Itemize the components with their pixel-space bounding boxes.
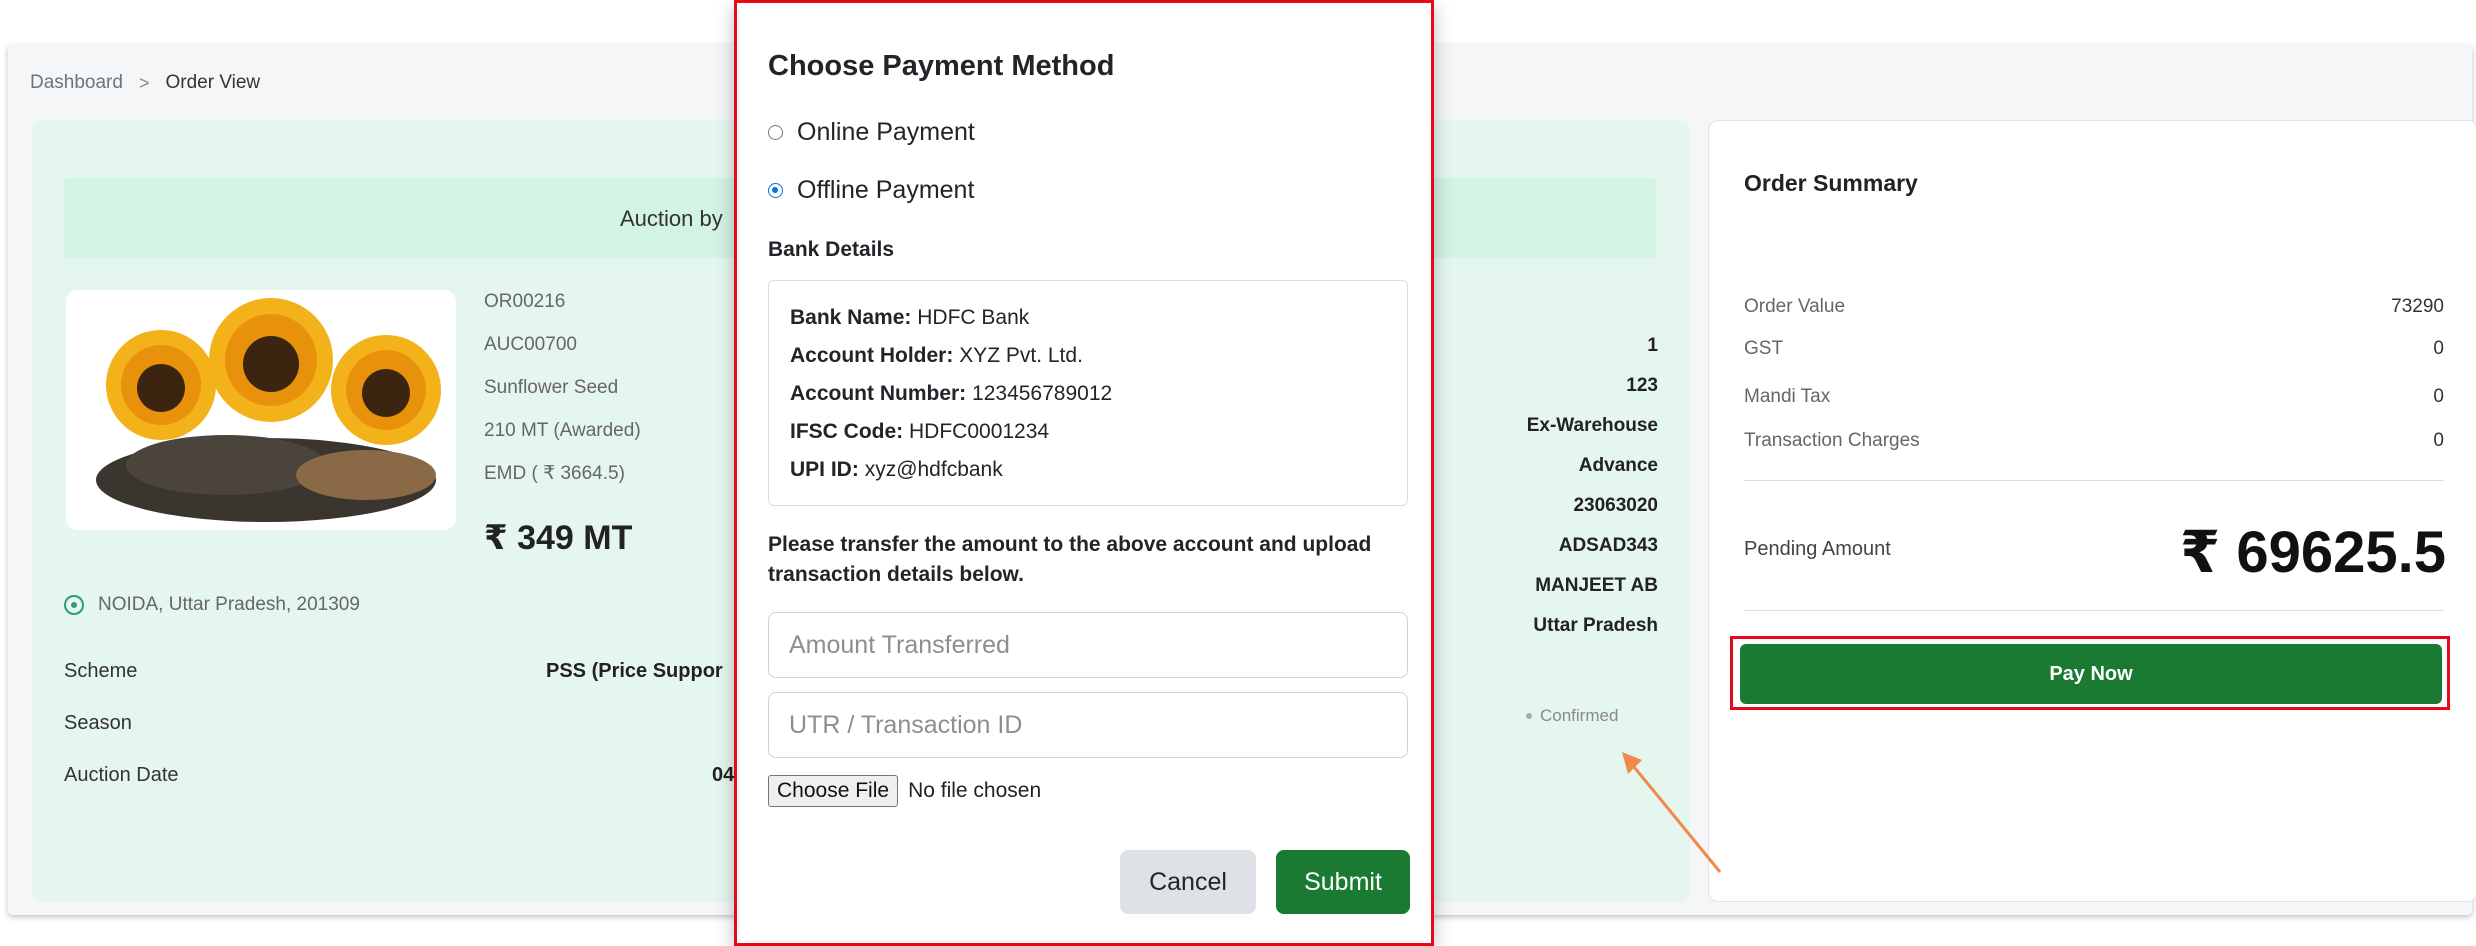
attr-value: 123	[1626, 375, 1658, 396]
breadcrumb-home[interactable]: Dashboard	[30, 72, 123, 94]
pay-now-button[interactable]: Pay Now	[1740, 644, 2442, 704]
order-id: OR00216	[484, 291, 566, 312]
location: NOIDA, Uttar Pradesh, 201309	[64, 594, 360, 616]
breadcrumb: Dashboard > Order View	[30, 72, 260, 94]
order-summary-title: Order Summary	[1744, 170, 1918, 196]
location-pin-icon	[64, 595, 84, 615]
bank-value: HDFC Bank	[917, 306, 1030, 329]
utr-transaction-id-input[interactable]	[768, 692, 1408, 758]
bank-key: Account Number:	[790, 382, 967, 405]
bank-key: Account Holder:	[790, 344, 954, 367]
choose-file-button[interactable]: Choose File	[768, 775, 899, 807]
amount-transferred-input[interactable]	[768, 612, 1408, 678]
order-info: OR00216 AUC00700 Sunflower Seed 210 MT (…	[484, 290, 641, 505]
attr-value: Uttar Pradesh	[1533, 615, 1658, 636]
bank-name: Bank Name: HDFC Bank	[790, 306, 1029, 330]
file-status: No file chosen	[908, 779, 1042, 802]
breadcrumb-current: Order View	[165, 72, 261, 93]
status-text: Confirmed	[1540, 706, 1619, 725]
radio-online-icon[interactable]	[768, 125, 783, 140]
modal-title: Choose Payment Method	[768, 50, 1115, 82]
option-label[interactable]: Offline Payment	[797, 176, 974, 205]
transfer-instructions: Please transfer the amount to the above …	[768, 533, 1372, 586]
summary-divider	[1744, 480, 2444, 481]
attr-value: 1	[1647, 335, 1658, 356]
bank-key: Bank Name:	[790, 306, 912, 329]
bank-value: xyz@hdfcbank	[864, 458, 1003, 481]
bank-value: HDFC0001234	[909, 420, 1050, 443]
summary-value: 73290	[2391, 296, 2444, 317]
attr-value: ADSAD343	[1558, 535, 1658, 556]
auction-date-value: 04	[712, 764, 735, 786]
season-label: Season	[64, 712, 132, 734]
upi-id: UPI ID: xyz@hdfcbank	[790, 458, 1003, 482]
option-label[interactable]: Online Payment	[797, 118, 975, 147]
summary-value: 0	[2433, 430, 2444, 451]
scheme-label: Scheme	[64, 660, 138, 682]
summary-value: 0	[2433, 386, 2444, 407]
summary-row: Mandi Tax 0	[1744, 386, 2444, 408]
pending-amount: ₹ 69625.5	[2179, 520, 2446, 585]
option-offline-payment[interactable]: Offline Payment	[768, 176, 974, 205]
auction-id: AUC00700	[484, 334, 577, 355]
quantity: 210 MT (Awarded)	[484, 420, 641, 441]
cancel-button[interactable]: Cancel	[1120, 850, 1256, 914]
attr-value: 23063020	[1573, 495, 1658, 516]
bank-details-heading: Bank Details	[768, 238, 895, 261]
status-dot-icon	[1526, 713, 1532, 719]
auction-date-label: Auction Date	[64, 764, 179, 786]
order-summary-card	[1708, 120, 2476, 902]
account-number: Account Number: 123456789012	[790, 382, 1112, 406]
location-text: NOIDA, Uttar Pradesh, 201309	[98, 594, 360, 615]
summary-label: GST	[1744, 338, 1784, 359]
emd: EMD ( ₹ 3664.5)	[484, 463, 625, 484]
summary-label: Transaction Charges	[1744, 430, 1920, 451]
summary-row: GST 0	[1744, 338, 2444, 360]
summary-value: 0	[2433, 338, 2444, 359]
summary-label: Order Value	[1744, 296, 1846, 317]
file-upload: Choose File No file chosen	[768, 775, 1041, 807]
ifsc-code: IFSC Code: HDFC0001234	[790, 420, 1049, 444]
bank-value: XYZ Pvt. Ltd.	[959, 344, 1083, 367]
product-image	[66, 290, 456, 530]
auction-banner-text: Auction by	[620, 206, 723, 231]
attr-value: Advance	[1578, 455, 1658, 476]
summary-row: Order Value 73290	[1744, 296, 2444, 318]
radio-offline-icon[interactable]	[768, 183, 783, 198]
summary-divider	[1744, 610, 2444, 611]
attr-value: MANJEET AB	[1535, 575, 1658, 596]
status-badge: Confirmed	[1526, 706, 1618, 726]
submit-button[interactable]: Submit	[1276, 850, 1410, 914]
scheme-value: PSS (Price Suppor	[546, 660, 723, 682]
bank-key: UPI ID:	[790, 458, 859, 481]
summary-label: Mandi Tax	[1744, 386, 1831, 407]
bank-value: 123456789012	[972, 382, 1113, 405]
account-holder: Account Holder: XYZ Pvt. Ltd.	[790, 344, 1083, 368]
annotation-arrow-icon	[1622, 752, 1722, 873]
bank-key: IFSC Code:	[790, 420, 904, 443]
summary-row: Transaction Charges 0	[1744, 430, 2444, 452]
breadcrumb-separator: >	[138, 72, 150, 93]
attr-value: Ex-Warehouse	[1526, 415, 1658, 436]
product-name: Sunflower Seed	[484, 377, 619, 398]
pending-amount-label: Pending Amount	[1744, 538, 1891, 560]
price: ₹ 349 MT	[484, 519, 633, 557]
option-online-payment[interactable]: Online Payment	[768, 118, 975, 147]
order-attributes: 1 123 Ex-Warehouse Advance 23063020 ADSA…	[1527, 334, 1658, 654]
